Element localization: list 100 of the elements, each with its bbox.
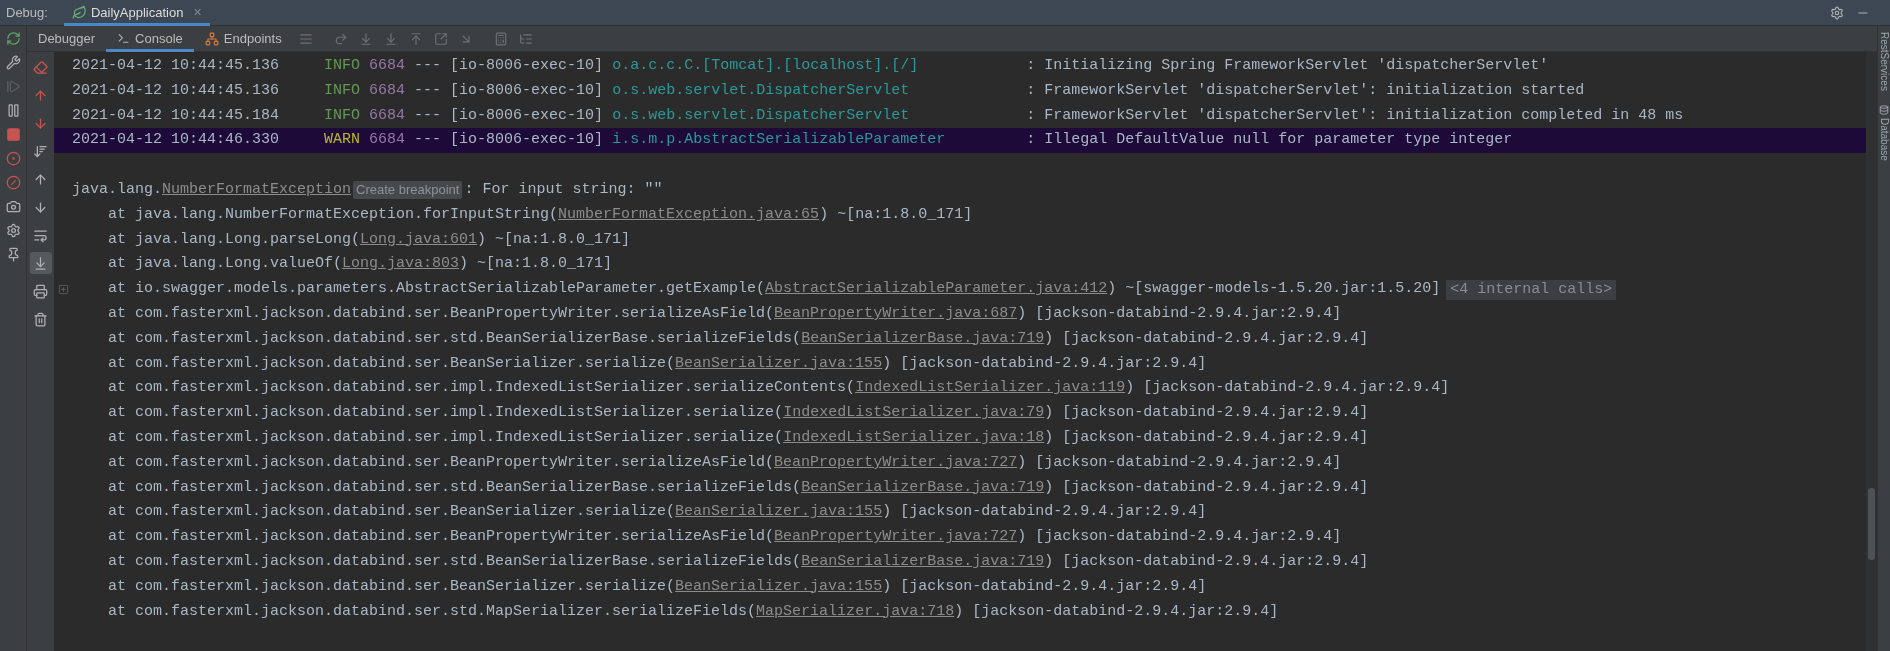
- debug-label: Debug:: [5, 3, 49, 22]
- source-link[interactable]: AbstractSerializableParameter.java:412: [765, 277, 1108, 302]
- stack-frame: at com.fasterxml.jackson.databind.ser.BeanPropertyWriter.serializeAsField(: [108, 450, 775, 476]
- process-id: 6684: [369, 130, 406, 151]
- panel-tab[interactable]: Endpoints: [193, 25, 293, 52]
- frame-library: ) [jackson-databind-2.9.4.jar:2.9.4]: [954, 601, 1279, 622]
- source-link[interactable]: IndexedListSerializer.java:18: [783, 425, 1045, 451]
- fold-icon[interactable]: [57, 284, 69, 296]
- rerun-icon[interactable]: [5, 31, 21, 46]
- step-over-icon[interactable]: [333, 31, 348, 46]
- log-timestamp: 2021-04-12 10:44:45.136: [72, 56, 280, 76]
- log-timestamp: 2021-04-12 10:44:46.330: [72, 130, 280, 151]
- database-icon[interactable]: [1879, 104, 1889, 115]
- log-message: : FrameworkServlet 'dispatcherServlet': initialization started: [1026, 80, 1585, 101]
- process-id: 6684: [369, 105, 406, 126]
- frame-library: ) [jackson-databind-2.9.4.jar:2.9.4]: [1044, 403, 1369, 424]
- source-link[interactable]: BeanSerializerBase.java:719: [801, 549, 1045, 575]
- stop-icon[interactable]: [5, 127, 21, 142]
- source-link[interactable]: BeanSerializer.java:155: [675, 500, 883, 526]
- source-link[interactable]: Long.java:601: [360, 227, 478, 253]
- mute-breakpoints-icon[interactable]: [5, 175, 21, 190]
- pin-icon[interactable]: [5, 247, 21, 262]
- thread-name: [io-8006-exec-10]: [450, 56, 604, 76]
- process-id: 6684: [369, 56, 406, 76]
- frame-library: ) ~[na:1.8.0_171]: [819, 204, 973, 225]
- log-level: WARN: [324, 130, 361, 151]
- stack-frame: at java.lang.NumberFormatException.forInputString(: [108, 202, 559, 228]
- side-panel-tab[interactable]: Database: [1878, 117, 1890, 161]
- side-panel-tab[interactable]: RestServices: [1878, 32, 1890, 91]
- stack-frame: at com.fasterxml.jackson.databind.ser.std.BeanSerializerBase.serializeFields(: [108, 475, 802, 501]
- stack-frame: at com.fasterxml.jackson.databind.ser.std.BeanSerializerBase.serializeFields(: [108, 326, 802, 352]
- stack-frame: at com.fasterxml.jackson.databind.ser.BeanSerializer.serialize(: [108, 500, 676, 526]
- frame-library: ) ~[swagger-models-1.5.20.jar:1.5.20]: [1107, 279, 1441, 300]
- create-breakpoint-hint[interactable]: Create breakpoint: [353, 181, 463, 200]
- source-link[interactable]: IndexedListSerializer.java:79: [783, 401, 1045, 426]
- stack-frame: at com.fasterxml.jackson.databind.ser.impl.IndexedListSerializer.serializeContents(: [108, 376, 856, 402]
- stack-frame: at io.swagger.models.parameters.AbstractSerializableParameter.getExample(: [108, 277, 766, 302]
- frame-library: ) [jackson-databind-2.9.4.jar:2.9.4]: [882, 576, 1207, 597]
- wrench-icon[interactable]: [5, 55, 21, 70]
- step-out-icon[interactable]: [408, 31, 423, 46]
- stack-frame: at com.fasterxml.jackson.databind.ser.BeanPropertyWriter.serializeAsField(: [108, 301, 775, 327]
- stack-frame: at com.fasterxml.jackson.databind.ser.BeanPropertyWriter.serializeAsField(: [108, 525, 775, 550]
- logger-name: o.a.c.c.C.[Tomcat].[localhost].[/]: [612, 56, 919, 76]
- exception-text: java.lang.: [72, 180, 162, 200]
- log-separator: ---: [414, 56, 442, 76]
- source-link[interactable]: BeanSerializer.java:155: [675, 574, 883, 600]
- step-into-icon[interactable]: [358, 31, 373, 46]
- panel-tab[interactable]: Debugger: [27, 25, 107, 52]
- settings-icon[interactable]: [1830, 5, 1844, 20]
- exception-link[interactable]: NumberFormatException: [162, 178, 352, 203]
- breakpoints-icon[interactable]: [5, 151, 21, 166]
- stack-frame: at java.lang.Long.parseLong(: [108, 227, 361, 253]
- frame-library: ) [jackson-databind-2.9.4.jar:2.9.4]: [1017, 527, 1342, 548]
- frame-library: ) [jackson-databind-2.9.4.jar:2.9.4]: [1044, 477, 1369, 498]
- frame-library: ) ~[na:1.8.0_171]: [477, 229, 631, 250]
- camera-icon[interactable]: [5, 199, 21, 214]
- scrollbar-thumb[interactable]: [1868, 488, 1875, 560]
- source-link[interactable]: BeanPropertyWriter.java:687: [774, 301, 1018, 327]
- source-link[interactable]: MapSerializer.java:718: [756, 599, 955, 625]
- close-icon[interactable]: ×: [187, 2, 202, 23]
- logger-name: i.s.m.p.AbstractSerializableParameter: [612, 130, 946, 151]
- source-link[interactable]: NumberFormatException.java:65: [558, 202, 820, 228]
- frame-library: ) [jackson-databind-2.9.4.jar:2.9.4]: [1044, 427, 1369, 448]
- stack-frame: at com.fasterxml.jackson.databind.ser.BeanSerializer.serialize(: [108, 574, 676, 600]
- log-level: INFO: [324, 105, 361, 126]
- stack-frame: at com.fasterxml.jackson.databind.ser.BeanSerializer.serialize(: [108, 351, 676, 377]
- frame-library: ) [jackson-databind-2.9.4.jar:2.9.4]: [1017, 303, 1342, 324]
- source-link[interactable]: BeanSerializer.java:155: [675, 351, 883, 377]
- tab-title: DailyApplication: [90, 3, 184, 22]
- log-message: : Illegal DefaultValue null for parameter type integer: [1026, 130, 1513, 151]
- source-link[interactable]: BeanPropertyWriter.java:727: [774, 525, 1018, 550]
- settings-icon[interactable]: [5, 223, 21, 238]
- endpoints-icon: [204, 31, 219, 46]
- logger-name: o.s.web.servlet.DispatcherServlet: [612, 105, 910, 126]
- log-timestamp: 2021-04-12 10:44:45.184: [72, 105, 280, 126]
- source-link[interactable]: Long.java:803: [342, 252, 460, 278]
- thread-name: [io-8006-exec-10]: [450, 130, 604, 151]
- log-separator: ---: [414, 105, 442, 126]
- process-id: 6684: [369, 80, 406, 101]
- stack-frame: at java.lang.Long.valueOf(: [108, 252, 343, 278]
- thread-name: [io-8006-exec-10]: [450, 105, 604, 126]
- menu-icon[interactable]: [298, 31, 313, 46]
- pause-icon[interactable]: [5, 103, 21, 118]
- source-link[interactable]: BeanSerializerBase.java:719: [801, 326, 1045, 352]
- force-step-into-icon[interactable]: [383, 31, 398, 46]
- console-icon: [117, 32, 131, 45]
- stack-frame: at com.fasterxml.jackson.databind.ser.std.MapSerializer.serializeFields(: [108, 599, 757, 625]
- frame-library: ) [jackson-databind-2.9.4.jar:2.9.4]: [882, 502, 1207, 523]
- stack-frame: at com.fasterxml.jackson.databind.ser.std.BeanSerializerBase.serializeFields(: [108, 549, 802, 575]
- log-level: INFO: [324, 56, 361, 76]
- stack-frame: at com.fasterxml.jackson.databind.ser.impl.IndexedListSerializer.serialize(: [108, 401, 784, 426]
- source-link[interactable]: BeanPropertyWriter.java:727: [774, 450, 1018, 476]
- scroll-to-end-icon[interactable]: [29, 252, 52, 274]
- frame-library: ) [jackson-databind-2.9.4.jar:2.9.4]: [1044, 328, 1369, 349]
- source-link[interactable]: IndexedListSerializer.java:119: [855, 376, 1126, 402]
- frame-library: ) [jackson-databind-2.9.4.jar:2.9.4]: [882, 353, 1207, 374]
- source-link[interactable]: BeanSerializerBase.java:719: [801, 475, 1045, 501]
- calculator-icon[interactable]: [493, 31, 508, 46]
- log-level: INFO: [324, 80, 361, 101]
- internal-calls-badge[interactable]: <4 internal calls>: [1446, 279, 1617, 300]
